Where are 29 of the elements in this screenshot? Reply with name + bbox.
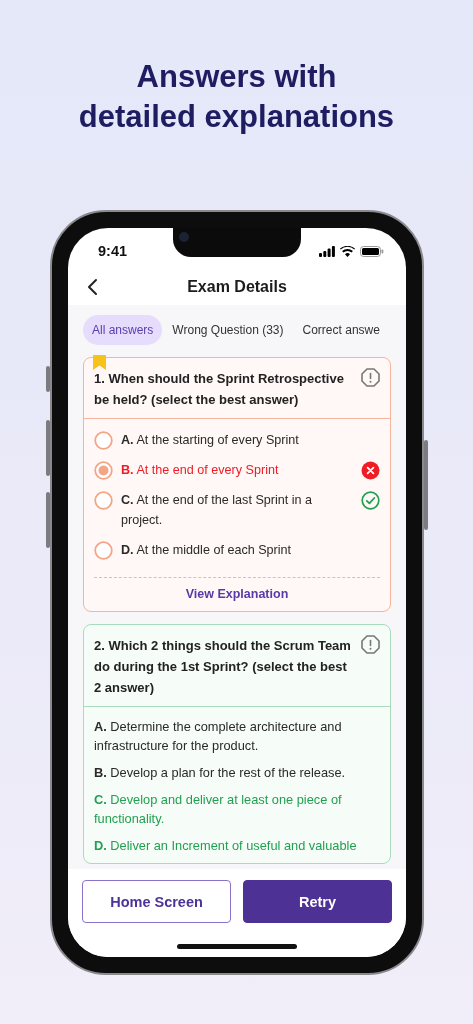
- action-button[interactable]: Home Screen: [82, 880, 231, 923]
- battery-icon: [360, 245, 384, 257]
- answer-option: B. Develop a plan for the rest of the release.: [94, 763, 380, 782]
- radio-button[interactable]: [94, 541, 113, 560]
- radio-button[interactable]: [94, 491, 113, 510]
- answer-option: A. Determine the complete architecture and infrastructure for the product.: [94, 717, 380, 755]
- wifi-icon: [340, 245, 355, 257]
- answer-option: D. At the middle of each Sprint: [121, 540, 380, 560]
- radio-button[interactable]: [94, 461, 113, 480]
- answer-option: A. At the starting of every Sprint: [121, 430, 380, 450]
- signal-icon: [319, 245, 335, 257]
- action-button[interactable]: Retry: [243, 880, 392, 923]
- info-icon[interactable]: [361, 368, 380, 387]
- answer-option: C. At the end of the last Sprint in a project.: [121, 490, 353, 530]
- headline: Answers with detailed explanations: [77, 58, 396, 136]
- camera-dot: [179, 232, 189, 242]
- answer-option: B. At the end of every Sprint: [121, 460, 353, 480]
- tab[interactable]: All answers: [83, 315, 163, 345]
- tab[interactable]: Wrong Question (33): [163, 315, 293, 345]
- screen-title: Exam Details: [187, 277, 287, 296]
- status-time: 9:41: [98, 242, 128, 259]
- question-text: 1. When should the Sprint Retrospective be held? (select the best answer): [94, 370, 345, 409]
- tab[interactable]: Correct answe: [293, 315, 389, 345]
- question-text: 2. Which 2 things should the Scrum Team do during the 1st Sprint? (select the best 2 answer): [94, 637, 352, 697]
- answer-option: D. Deliver an Increment of useful and valuable: [94, 836, 380, 855]
- info-icon[interactable]: [361, 635, 380, 654]
- view-explanation-link[interactable]: View Explanation: [179, 586, 295, 602]
- answer-option: C. Develop and deliver at least one piece of functionality.: [94, 790, 380, 828]
- radio-button[interactable]: [94, 431, 113, 450]
